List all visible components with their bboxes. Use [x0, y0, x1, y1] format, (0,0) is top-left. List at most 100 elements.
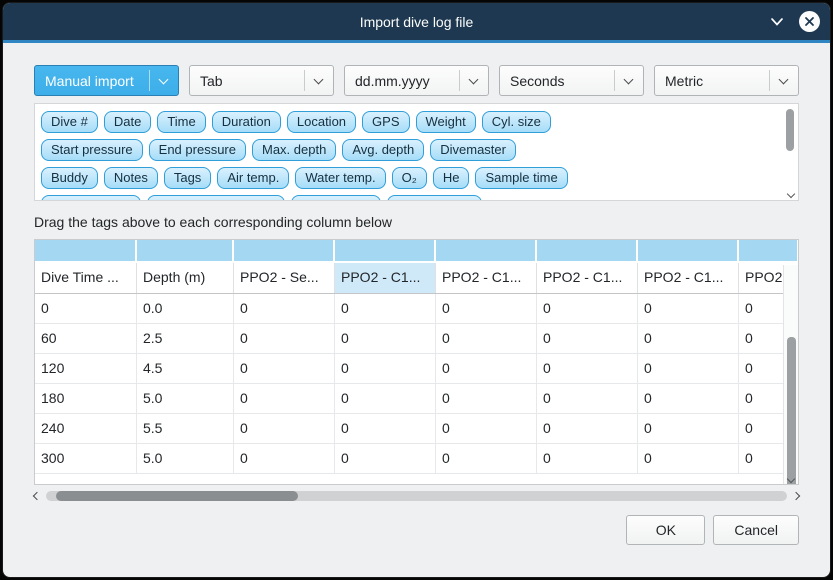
table-cell: 0 [638, 384, 739, 414]
dropdown-import-mode[interactable]: Manual import [34, 65, 179, 96]
table-cell: 0 [436, 414, 537, 444]
table-cell: 5.0 [137, 444, 234, 474]
chevron-down-icon [769, 70, 789, 91]
table-cell: 300 [35, 444, 137, 474]
column-header-ppo2-c1[interactable]: PPO2 - C1... [335, 263, 436, 293]
table-cell: 0 [335, 444, 436, 474]
titlebar[interactable]: Import dive log file [3, 3, 830, 40]
import-dive-log-dialog: Import dive log file Manual import Tab dd.… [2, 2, 831, 578]
dropdown-value: dd.mm.yyyy [355, 73, 430, 89]
tag-sample-depth[interactable]: Sample depth [41, 195, 141, 201]
table-cell: 0 [537, 324, 638, 354]
table-cell: 0 [638, 354, 739, 384]
tag-time[interactable]: Time [157, 111, 205, 133]
table-cell: 0 [335, 294, 436, 324]
drop-target-cell[interactable] [537, 240, 638, 261]
tag-list: Dive # Date Time Duration Location GPS Weight C… [35, 104, 798, 201]
scrollbar-thumb[interactable] [787, 337, 796, 485]
scrollbar-thumb[interactable] [56, 491, 298, 501]
cancel-button[interactable]: Cancel [713, 515, 799, 545]
table-vertical-scrollbar[interactable] [783, 265, 798, 484]
tag-gps[interactable]: GPS [362, 111, 409, 133]
table-cell: 5.5 [137, 414, 234, 444]
drop-target-cell[interactable] [335, 240, 436, 261]
tag-o[interactable]: O₂ [392, 167, 427, 189]
tag-sample-time[interactable]: Sample time [475, 167, 567, 189]
drop-target-cell[interactable] [739, 240, 799, 261]
dropdown-date-format[interactable]: dd.mm.yyyy [344, 65, 489, 96]
close-button[interactable] [799, 11, 820, 32]
column-header-ppo2-se[interactable]: PPO2 - Se... [234, 263, 335, 293]
tag-max-depth[interactable]: Max. depth [252, 139, 336, 161]
dropdown-field-separator[interactable]: Tab [189, 65, 334, 96]
tag-row: Buddy Notes Tags Air temp. Water temp. O₂ HeSa… [41, 167, 798, 190]
tag-avg-depth[interactable]: Avg. depth [342, 139, 424, 161]
tag-sample-cns[interactable]: Sample CNS [387, 195, 482, 201]
dialog-content: Manual importTabdd.mm.yyyySecondsMetric … [3, 43, 830, 545]
tag-row: Start pressure End pressure Max. depth Avg.… [41, 139, 798, 162]
screen: Import dive log file Manual import Tab dd.… [0, 0, 833, 580]
dropdown-units-system[interactable]: Metric [654, 65, 799, 96]
tag-buddy[interactable]: Buddy [41, 167, 98, 189]
scrollbar-track[interactable] [46, 491, 787, 501]
tag-end-pressure[interactable]: End pressure [149, 139, 246, 161]
drop-target-cell[interactable] [35, 240, 137, 261]
scroll-down-icon[interactable] [784, 479, 798, 482]
table-cell: 0 [537, 414, 638, 444]
table-row: 602.5000000 [35, 324, 798, 354]
shade-button[interactable] [769, 14, 785, 30]
dropdown-duration-format[interactable]: Seconds [499, 65, 644, 96]
tag-weight[interactable]: Weight [416, 111, 476, 133]
column-header-ppo2-c1[interactable]: PPO2 - C1... [436, 263, 537, 293]
hint-text: Drag the tags above to each correspondin… [34, 214, 799, 230]
table-cell: 0 [335, 384, 436, 414]
ok-button[interactable]: OK [626, 515, 705, 545]
scroll-right-icon[interactable] [792, 492, 800, 500]
tag-tags[interactable]: Tags [164, 167, 211, 189]
tag-sample-temperature[interactable]: Sample temperature [147, 195, 285, 201]
drop-target-cell[interactable] [638, 240, 739, 261]
table-row: 1805.0000000 [35, 384, 798, 414]
tag-cyl-size[interactable]: Cyl. size [482, 111, 551, 133]
chevron-down-icon [149, 70, 169, 91]
dropdown-value: Manual import [45, 73, 134, 89]
tag-air-temp[interactable]: Air temp. [217, 167, 289, 189]
drop-target-cell[interactable] [234, 240, 335, 261]
table-cell: 0 [234, 444, 335, 474]
table-cell: 5.0 [137, 384, 234, 414]
table-body: 00.0000000602.50000001204.50000001805.00… [35, 294, 798, 474]
drop-target-cell[interactable] [436, 240, 537, 261]
table-header-row: Dive Time ...Depth (m)PPO2 - Se...PPO2 -… [35, 263, 798, 294]
horizontal-scrollbar[interactable] [34, 489, 799, 503]
tag-location[interactable]: Location [287, 111, 356, 133]
tag-divemaster[interactable]: Divemaster [430, 139, 516, 161]
tag-sample-po[interactable]: Sample pO₂ [291, 195, 381, 201]
tag-water-temp[interactable]: Water temp. [295, 167, 385, 189]
tag-duration[interactable]: Duration [212, 111, 281, 133]
column-header-ppo2-c1[interactable]: PPO2 - C1... [537, 263, 638, 293]
table-cell: 0 [35, 294, 137, 324]
table-cell: 60 [35, 324, 137, 354]
tag-notes[interactable]: Notes [104, 167, 158, 189]
column-header-ppo2-c1[interactable]: PPO2 - C1... [638, 263, 739, 293]
tag-dive[interactable]: Dive # [41, 111, 98, 133]
column-header-depth-m[interactable]: Depth (m) [137, 263, 234, 293]
scroll-left-icon[interactable] [33, 492, 41, 500]
table-row: 3005.0000000 [35, 444, 798, 474]
dropdown-value: Metric [665, 73, 703, 89]
drop-target-cell[interactable] [137, 240, 234, 261]
column-header-dive-time[interactable]: Dive Time ... [35, 263, 137, 293]
table-cell: 0 [234, 384, 335, 414]
dropdown-value: Seconds [510, 73, 564, 89]
scroll-down-icon[interactable] [784, 194, 797, 197]
table-cell: 0 [436, 444, 537, 474]
tag-he[interactable]: He [433, 167, 470, 189]
dropdown-value: Tab [200, 73, 223, 89]
tag-start-pressure[interactable]: Start pressure [41, 139, 143, 161]
tag-date[interactable]: Date [104, 111, 151, 133]
scrollbar-thumb[interactable] [786, 109, 794, 151]
close-icon [804, 16, 815, 27]
import-preview-table: Dive Time ...Depth (m)PPO2 - Se...PPO2 -… [34, 239, 799, 485]
tag-panel-scrollbar[interactable] [784, 105, 797, 199]
chevron-down-icon [770, 17, 784, 27]
